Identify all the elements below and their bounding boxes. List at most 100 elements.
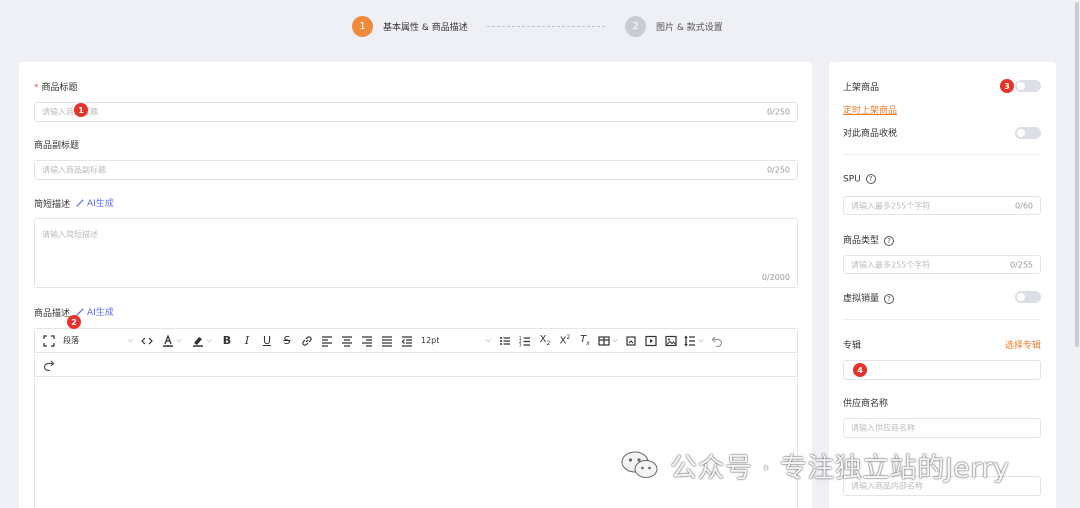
clear-format-button[interactable]: Tx <box>575 332 595 350</box>
line-height-button[interactable]: ⌵ <box>681 332 707 350</box>
album-label: 专辑 <box>843 341 862 351</box>
chevron-down-icon: ⌵ <box>206 336 212 344</box>
align-right-button[interactable] <box>357 332 377 350</box>
link-icon <box>302 335 312 346</box>
help-icon[interactable]: ? <box>884 235 895 246</box>
table-icon <box>598 335 610 346</box>
editor-content-area[interactable] <box>35 377 797 508</box>
redo-button[interactable] <box>39 356 59 374</box>
step-basic-attributes[interactable]: 1 基本属性 & 商品描述 <box>352 16 468 37</box>
svg-text:3: 3 <box>519 342 522 347</box>
spu-placeholder: 请输入最多255个字符 <box>851 201 931 210</box>
subscript-button[interactable]: X2 <box>535 332 555 350</box>
publish-label: 上架商品 <box>843 83 880 93</box>
short-desc-placeholder: 请输入简短描述 <box>42 230 98 239</box>
short-desc-counter: 0/2000 <box>761 273 790 282</box>
chevron-down-icon: ⌵ <box>176 336 182 344</box>
table-button[interactable]: ⌵ <box>595 332 621 350</box>
type-label: 商品类型? <box>843 233 895 246</box>
step-images-variants[interactable]: 2 图片 & 款式设置 <box>625 16 723 37</box>
font-size-value: 12pt <box>421 336 440 345</box>
line-height-icon <box>684 335 696 346</box>
album-field[interactable] <box>843 360 1041 380</box>
outdent-button[interactable] <box>397 332 417 350</box>
type-counter: 0/255 <box>1009 260 1033 269</box>
ai-generate-desc-button[interactable]: AI生成 <box>75 305 114 318</box>
text-color-icon <box>163 334 174 347</box>
tax-toggle[interactable] <box>1015 127 1041 139</box>
numbered-list-button[interactable]: 123 <box>515 332 535 350</box>
title-label: * 商品标题 <box>34 80 78 93</box>
video-icon <box>645 335 657 346</box>
title-input[interactable]: 请输入商品标题 0/250 <box>34 102 798 122</box>
code-button[interactable] <box>137 332 157 350</box>
highlighter-icon <box>193 336 204 347</box>
short-desc-label: 简短描述 <box>34 200 71 210</box>
paragraph-select-value: 段落 <box>63 336 79 345</box>
spu-label: SPU? <box>843 174 876 185</box>
subtitle-input[interactable]: 请输入商品副标题 0/250 <box>34 160 798 180</box>
spu-label-text: SPU <box>843 174 861 185</box>
font-size-select[interactable]: 12pt ⌵ <box>417 332 495 350</box>
annotation-badge-4: 4 <box>853 363 867 377</box>
step-2-number: 2 <box>625 16 646 37</box>
underline-button[interactable]: U <box>257 332 277 350</box>
editor-toolbar-row-2 <box>35 353 797 377</box>
virtual-sales-label-text: 虚拟销量 <box>843 294 880 304</box>
align-left-icon <box>322 335 332 347</box>
fullscreen-button[interactable] <box>39 332 59 350</box>
required-mark: * <box>34 83 39 93</box>
schedule-publish-link[interactable]: 定时上架商品 <box>843 103 897 116</box>
bold-button[interactable]: B <box>217 332 237 350</box>
chevron-down-icon: ⌵ <box>485 336 491 344</box>
main-form-card: * 商品标题 请输入商品标题 0/250 商品副标题 请输入商品副标题 0/250… <box>19 62 812 508</box>
type-input[interactable]: 请输入最多255个字符 0/255 <box>843 255 1041 274</box>
highlight-color-button[interactable]: ⌵ <box>187 332 217 350</box>
step-1-label: 基本属性 & 商品描述 <box>383 23 468 33</box>
clear-format-icon: Tx <box>580 334 590 347</box>
superscript-button[interactable]: X2 <box>555 332 575 350</box>
superscript-icon: X2 <box>559 334 571 347</box>
supplier-placeholder: 请输入供应商名称 <box>851 423 915 433</box>
paragraph-select[interactable]: 段落 ⌵ <box>59 332 137 350</box>
annotation-badge-3: 3 <box>1000 79 1014 93</box>
strikethrough-icon: S <box>283 334 291 347</box>
strikethrough-button[interactable]: S <box>277 332 297 350</box>
align-right-icon <box>362 335 372 347</box>
help-icon[interactable]: ? <box>884 293 895 304</box>
step-connector <box>487 26 605 27</box>
bullet-list-button[interactable] <box>495 332 515 350</box>
subtitle-placeholder: 请输入商品副标题 <box>42 165 106 175</box>
italic-button[interactable]: I <box>237 332 257 350</box>
ai-generate-short-desc-button[interactable]: AI生成 <box>75 196 114 209</box>
align-center-button[interactable] <box>337 332 357 350</box>
publish-toggle[interactable] <box>1015 80 1041 92</box>
text-color-button[interactable]: ⌵ <box>157 332 187 350</box>
virtual-sales-toggle[interactable] <box>1015 291 1041 303</box>
link-button[interactable] <box>297 332 317 350</box>
ai-generate-label: AI生成 <box>87 308 114 318</box>
align-justify-button[interactable] <box>377 332 397 350</box>
side-settings-card: 上架商品 3 定时上架商品 对此商品收税 SPU? 请输入最多255个字符 0/… <box>829 62 1056 508</box>
spu-input[interactable]: 请输入最多255个字符 0/60 <box>843 196 1041 215</box>
page-scrollbar[interactable] <box>1074 0 1080 508</box>
undo-button[interactable] <box>707 332 727 350</box>
underline-icon: U <box>262 334 272 347</box>
bullet-list-icon <box>500 336 510 345</box>
help-icon[interactable]: ? <box>865 174 876 184</box>
video-button[interactable] <box>641 332 661 350</box>
align-center-icon <box>342 335 352 347</box>
scrollbar-thumb[interactable] <box>1075 2 1079 347</box>
short-desc-textarea[interactable]: 请输入简短描述 0/2000 <box>34 218 798 288</box>
title-counter: 0/250 <box>766 107 790 117</box>
wechat-icon <box>620 449 660 481</box>
spu-counter: 0/60 <box>1015 201 1033 210</box>
supplier-input[interactable]: 请输入供应商名称 <box>843 418 1041 438</box>
image-button[interactable] <box>661 332 681 350</box>
crop-image-button[interactable] <box>621 332 641 350</box>
subscript-icon: X2 <box>539 334 551 347</box>
title-placeholder: 请输入商品标题 <box>42 107 98 117</box>
select-album-link[interactable]: 选择专辑 <box>1005 338 1041 351</box>
align-left-button[interactable] <box>317 332 337 350</box>
numbered-list-icon: 123 <box>519 335 530 347</box>
